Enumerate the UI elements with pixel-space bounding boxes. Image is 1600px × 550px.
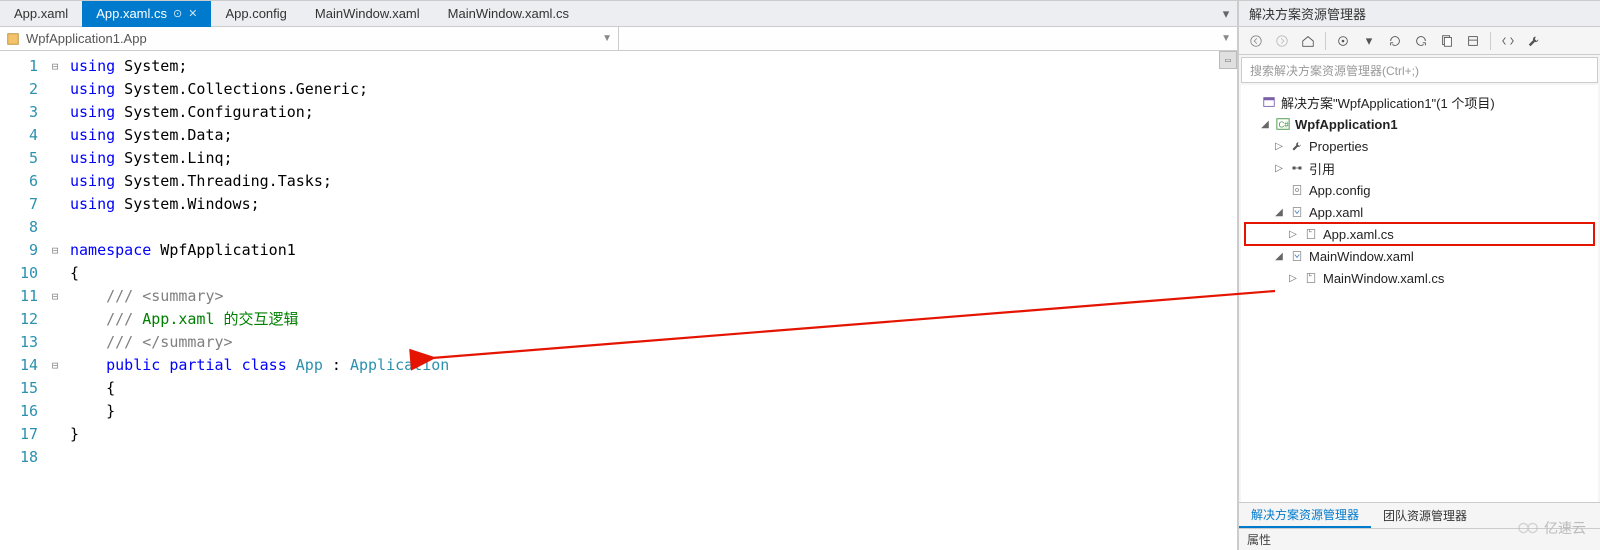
properties-panel-header: 属性 <box>1239 528 1600 550</box>
tabs-overflow-dropdown[interactable]: ▾ <box>1215 6 1237 22</box>
cs-file-icon <box>1303 226 1319 242</box>
solution-icon <box>1261 94 1277 110</box>
tab-app-xaml-cs[interactable]: App.xaml.cs ⊙ ✕ <box>82 1 211 27</box>
tab-app-xaml[interactable]: App.xaml <box>0 1 82 27</box>
expander-icon[interactable]: ◢ <box>1259 119 1271 130</box>
solution-explorer-title: 解决方案资源管理器 <box>1239 1 1600 27</box>
expander-icon[interactable]: ▷ <box>1287 229 1299 240</box>
project-node[interactable]: ◢ C# WpfApplication1 <box>1245 113 1594 135</box>
separator <box>1490 32 1491 50</box>
xaml-file-icon <box>1289 204 1305 220</box>
collapse-all-button[interactable] <box>1410 30 1432 52</box>
solution-search-input[interactable]: 搜索解决方案资源管理器(Ctrl+;) <box>1241 57 1598 83</box>
forward-button[interactable] <box>1271 30 1293 52</box>
refresh-button[interactable] <box>1384 30 1406 52</box>
tab-mainwindow-xaml-cs[interactable]: MainWindow.xaml.cs <box>434 1 583 27</box>
expander-icon[interactable]: ◢ <box>1273 207 1285 218</box>
nav-member-dropdown[interactable]: ▼ <box>619 27 1237 50</box>
split-handle[interactable]: ▭ <box>1219 51 1237 69</box>
config-file-icon <box>1289 182 1305 198</box>
code-nav-bar: WpfApplication1.App ▼ ▼ <box>0 27 1237 51</box>
separator <box>1325 32 1326 50</box>
cs-file-icon <box>1303 270 1319 286</box>
dropdown-icon[interactable]: ▾ <box>1358 30 1380 52</box>
references-node[interactable]: ▷ 引用 <box>1245 157 1594 179</box>
explorer-bottom-tabs: 解决方案资源管理器 团队资源管理器 <box>1239 502 1600 528</box>
expander-icon[interactable]: ◢ <box>1273 251 1285 262</box>
csharp-project-icon: C# <box>1275 116 1291 132</box>
chevron-down-icon: ▼ <box>602 33 612 44</box>
tab-team-explorer[interactable]: 团队资源管理器 <box>1371 503 1479 528</box>
editor-pane: App.xaml App.xaml.cs ⊙ ✕ App.config Main… <box>0 1 1238 550</box>
tab-mainwindow-xaml[interactable]: MainWindow.xaml <box>301 1 434 27</box>
solution-explorer-toolbar: ▾ <box>1239 27 1600 55</box>
show-all-files-button[interactable] <box>1436 30 1458 52</box>
nav-type-dropdown[interactable]: WpfApplication1.App ▼ <box>0 27 619 50</box>
back-button[interactable] <box>1245 30 1267 52</box>
wrench-icon[interactable] <box>1523 30 1545 52</box>
file-appconfig[interactable]: App.config <box>1245 179 1594 201</box>
document-tabstrip: App.xaml App.xaml.cs ⊙ ✕ App.config Main… <box>0 1 1237 27</box>
pin-icon[interactable]: ⊙ <box>173 7 182 20</box>
home-button[interactable] <box>1297 30 1319 52</box>
expander-icon[interactable]: ▷ <box>1287 273 1299 284</box>
properties-node[interactable]: ▷ Properties <box>1245 135 1594 157</box>
properties-button[interactable] <box>1462 30 1484 52</box>
tab-solution-explorer[interactable]: 解决方案资源管理器 <box>1239 503 1371 528</box>
sync-button[interactable] <box>1332 30 1354 52</box>
code-editor[interactable]: 123456789101112131415161718 ⊟⊟⊟⊟ using S… <box>0 51 1237 550</box>
outline-margin[interactable]: ⊟⊟⊟⊟ <box>44 51 66 550</box>
solution-tree: 解决方案"WpfApplication1"(1 个项目) ◢ C# WpfApp… <box>1241 85 1598 502</box>
file-mainwindow-xaml-cs[interactable]: ▷ MainWindow.xaml.cs <box>1245 267 1594 289</box>
file-mainwindow-xaml[interactable]: ◢ MainWindow.xaml <box>1245 245 1594 267</box>
class-icon <box>6 32 20 46</box>
tab-app-config[interactable]: App.config <box>211 1 300 27</box>
solution-explorer: 解决方案资源管理器 ▾ 搜索解决方案资源管理器(Ctrl+;) 解决方案"Wpf… <box>1238 1 1600 550</box>
solution-node[interactable]: 解决方案"WpfApplication1"(1 个项目) <box>1245 91 1594 113</box>
close-icon[interactable]: ✕ <box>188 7 197 20</box>
wrench-icon <box>1289 138 1305 154</box>
expander-icon[interactable]: ▷ <box>1273 163 1285 174</box>
view-code-button[interactable] <box>1497 30 1519 52</box>
line-number-gutter: 123456789101112131415161718 <box>0 51 44 550</box>
app-root: App.xaml App.xaml.cs ⊙ ✕ App.config Main… <box>0 0 1600 550</box>
file-appxaml[interactable]: ◢ App.xaml <box>1245 201 1594 223</box>
expander-icon[interactable]: ▷ <box>1273 141 1285 152</box>
file-appxamlcs[interactable]: ▷ App.xaml.cs <box>1245 223 1594 245</box>
references-icon <box>1289 160 1305 176</box>
code-text[interactable]: using System;using System.Collections.Ge… <box>66 51 1237 550</box>
chevron-down-icon: ▼ <box>1221 33 1231 44</box>
xaml-file-icon <box>1289 248 1305 264</box>
svg-text:C#: C# <box>1279 121 1290 130</box>
